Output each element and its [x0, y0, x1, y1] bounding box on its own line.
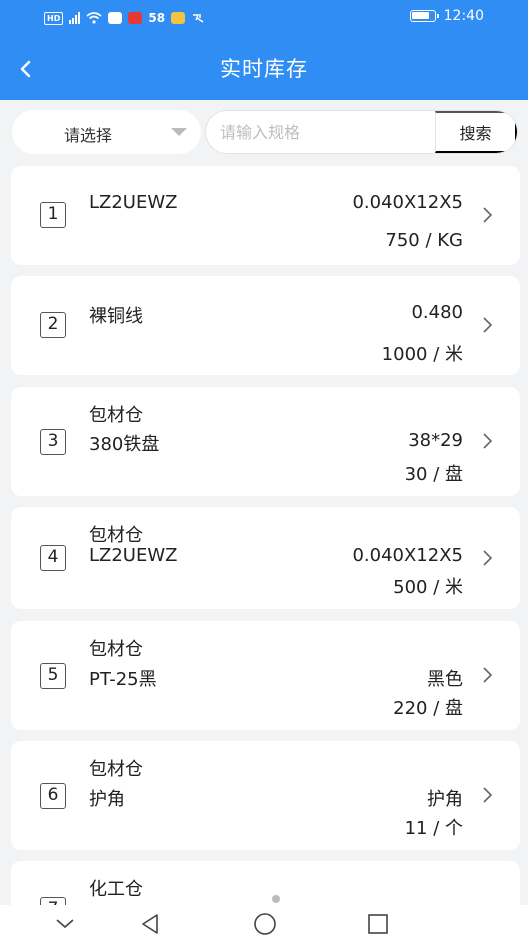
item-spec: 38*29: [408, 430, 463, 451]
inventory-item-4[interactable]: 4 包材仓 LZ2UEWZ 0.040X12X5 500 / 米: [11, 507, 520, 609]
yellow-app-icon: [171, 12, 186, 24]
item-warehouse: 化工仓: [89, 879, 143, 900]
item-quantity: 30 / 盘: [404, 464, 463, 485]
battery-icon: [409, 10, 439, 22]
chevron-right-icon: [483, 667, 493, 683]
app-notification-icon: [108, 12, 123, 24]
item-spec: 0.040X12X5: [352, 545, 463, 566]
item-index: 4: [40, 545, 66, 571]
chevron-right-icon: [483, 787, 493, 803]
inventory-item-6[interactable]: 6 包材仓 护角 护角 11 / 个: [11, 741, 520, 850]
search-button[interactable]: 搜索: [435, 111, 517, 153]
hd-icon: HD: [44, 11, 64, 25]
item-warehouse: 包材仓: [89, 759, 143, 780]
page-title: 实时库存: [220, 57, 308, 81]
wifi-icon: [86, 12, 102, 24]
item-quantity: 500 / 米: [393, 577, 463, 598]
notification-count: 58: [148, 11, 166, 25]
inventory-item-2[interactable]: 2 裸铜线 0.480 1000 / 米: [11, 276, 520, 375]
item-quantity: 1000 / 米: [381, 344, 463, 365]
item-spec: 0.040X12X5: [352, 192, 463, 213]
inventory-item-5[interactable]: 5 包材仓 PT-25黑 黑色 220 / 盘: [11, 621, 520, 730]
item-spec: 0.480: [411, 302, 463, 323]
inventory-item-3[interactable]: 3 包材仓 380铁盘 38*29 30 / 盘: [11, 387, 520, 496]
select-label: 请选择: [64, 126, 113, 145]
square-recents-icon: [368, 914, 388, 934]
dropdown-arrow-icon: [171, 128, 187, 136]
item-quantity: 220 / 盘: [393, 698, 463, 719]
status-time: 12:40: [443, 8, 484, 24]
item-index: 6: [40, 783, 66, 809]
app-header: HD 58 12:40 实时库存: [0, 0, 528, 100]
chevron-right-icon: [483, 550, 493, 566]
spec-search-input[interactable]: [206, 111, 436, 153]
chevron-down-icon: [56, 919, 74, 929]
item-name: 380铁盘: [89, 434, 160, 455]
item-index: 1: [40, 202, 66, 228]
item-index: 3: [40, 429, 66, 455]
status-icons-left: HD 58: [44, 9, 205, 27]
status-bar: HD 58 12:40: [0, 0, 528, 36]
nav-back-button[interactable]: [135, 911, 165, 937]
item-name: LZ2UEWZ: [89, 545, 178, 566]
item-name: PT-25黑: [89, 669, 157, 690]
item-name: 裸铜线: [89, 306, 143, 327]
system-nav-bar: [0, 905, 528, 941]
item-spec: 黑色: [427, 669, 463, 690]
circle-home-icon: [254, 913, 276, 935]
red-app-icon: [128, 12, 143, 24]
inventory-item-1[interactable]: 1 LZ2UEWZ 0.040X12X5 750 / KG: [11, 166, 520, 265]
item-name: 护角: [89, 789, 125, 810]
item-quantity: 750 / KG: [385, 230, 463, 251]
item-quantity: 11 / 个: [404, 818, 463, 839]
triangle-back-icon: [142, 914, 158, 934]
item-warehouse: 包材仓: [89, 405, 143, 426]
nav-recents-button[interactable]: [363, 911, 393, 937]
item-warehouse: 包材仓: [89, 639, 143, 660]
chevron-right-icon: [483, 433, 493, 449]
search-bar: 搜索: [205, 110, 518, 154]
item-name: LZ2UEWZ: [89, 192, 178, 213]
chevron-right-icon: [483, 317, 493, 333]
signal-icon: [69, 12, 81, 24]
warehouse-select[interactable]: 请选择: [12, 110, 201, 154]
item-warehouse: 包材仓: [89, 525, 143, 546]
item-spec: 护角: [427, 789, 463, 810]
status-icons-right: 12:40: [409, 8, 484, 24]
item-index: 2: [40, 312, 66, 338]
messenger-icon: [193, 14, 204, 23]
chevron-right-icon: [483, 207, 493, 223]
nav-home-button[interactable]: [250, 911, 280, 937]
scroll-indicator-dot: [272, 895, 280, 903]
nav-hide-button[interactable]: [50, 911, 80, 937]
item-index: 5: [40, 663, 66, 689]
